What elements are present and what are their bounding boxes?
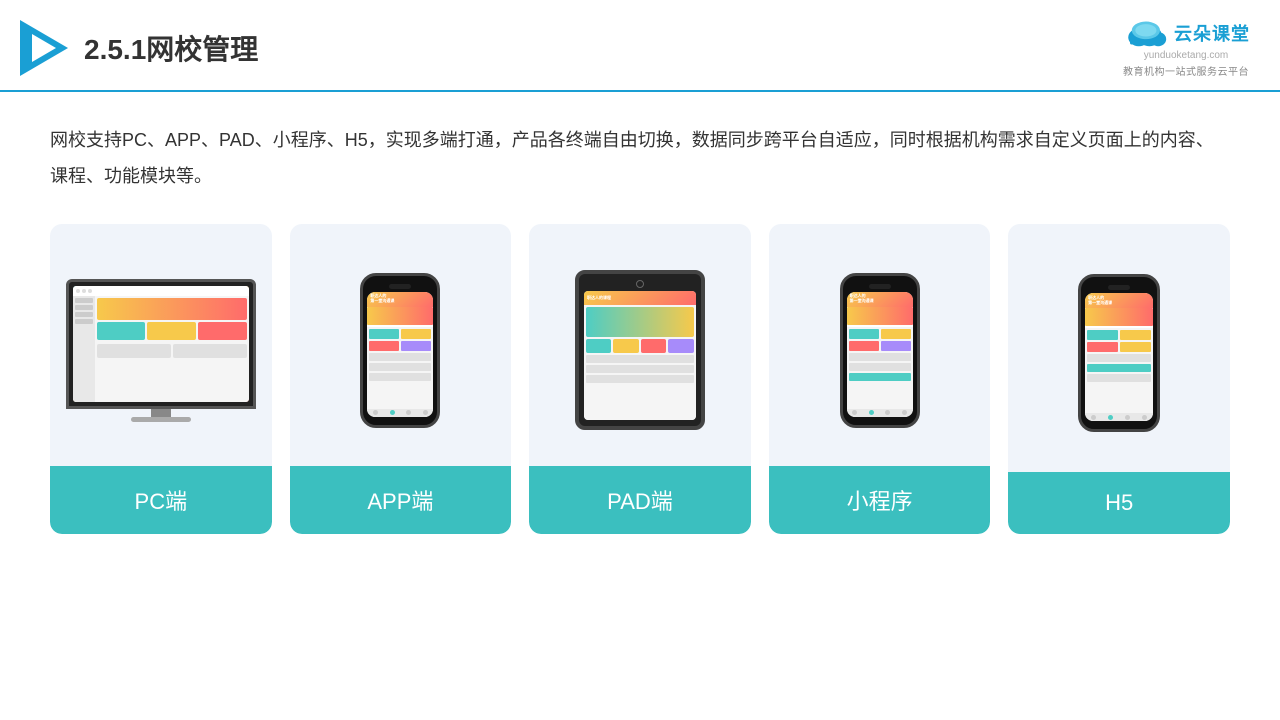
card-miniprogram: 职达人的第一堂沟通课 [769, 224, 991, 534]
card-pc-image [50, 224, 272, 466]
cloud-icon [1122, 18, 1168, 48]
card-h5: 职达人的第一堂沟通课 [1008, 224, 1230, 534]
brand-logo: 云朵课堂 yunduoketang.com 教育机构一站式服务云平台 [1122, 18, 1250, 78]
pc-mockup [66, 279, 256, 422]
header-left: 2.5.1网校管理 [20, 20, 258, 76]
platform-cards: PC端 职达人的第一堂沟通课 [50, 224, 1230, 534]
app-phone-mockup: 职达人的第一堂沟通课 [360, 273, 440, 428]
page-title: 2.5.1网校管理 [84, 28, 258, 68]
card-app: 职达人的第一堂沟通课 [290, 224, 512, 534]
logo-domain: yunduoketang.com [1144, 50, 1229, 61]
card-app-image: 职达人的第一堂沟通课 [290, 224, 512, 466]
card-miniprogram-label: 小程序 [769, 466, 991, 534]
logo-subtitle: 教育机构一站式服务云平台 [1123, 63, 1249, 78]
card-pad-image: 职达人的课程 [529, 224, 751, 466]
card-h5-image: 职达人的第一堂沟通课 [1008, 224, 1230, 472]
description-text: 网校支持PC、APP、PAD、小程序、H5，实现多端打通，产品各终端自由切换，数… [50, 122, 1230, 194]
miniprogram-phone-mockup: 职达人的第一堂沟通课 [840, 273, 920, 428]
card-app-label: APP端 [290, 466, 512, 534]
pad-mockup: 职达人的课程 [575, 270, 705, 430]
card-pad: 职达人的课程 [529, 224, 751, 534]
main-content: 网校支持PC、APP、PAD、小程序、H5，实现多端打通，产品各终端自由切换，数… [0, 92, 1280, 554]
h5-phone-mockup: 职达人的第一堂沟通课 [1078, 274, 1160, 432]
logo-text: 云朵课堂 [1174, 20, 1250, 46]
card-pad-label: PAD端 [529, 466, 751, 534]
brand-triangle-icon [20, 20, 68, 76]
cloud-logo-mark: 云朵课堂 [1122, 18, 1250, 48]
card-pc-label: PC端 [50, 466, 272, 534]
page-header: 2.5.1网校管理 云朵课堂 yunduoketang.com 教育机构一站式服… [0, 0, 1280, 92]
card-miniprogram-image: 职达人的第一堂沟通课 [769, 224, 991, 466]
card-pc: PC端 [50, 224, 272, 534]
card-h5-label: H5 [1008, 472, 1230, 534]
